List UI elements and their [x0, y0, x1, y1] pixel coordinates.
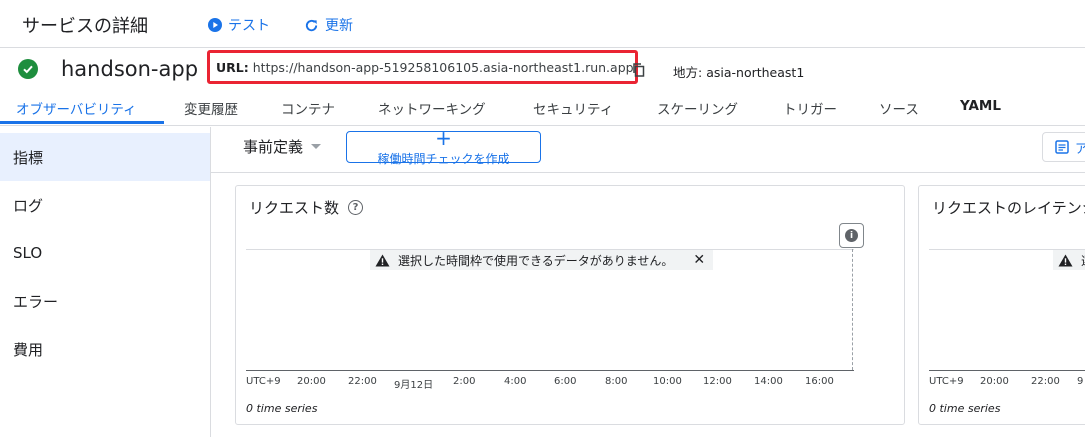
sidebar-item-errors[interactable]: エラー: [0, 277, 210, 325]
right-toolbar-button[interactable]: ア: [1042, 132, 1085, 162]
sidebar-item-metrics[interactable]: 指標: [0, 133, 210, 181]
x-tick-label: 16:00: [805, 376, 834, 387]
tab-triggers[interactable]: トリガー: [783, 98, 837, 118]
check-circle-icon: [18, 59, 38, 79]
tab-containers[interactable]: コンテナ: [281, 98, 335, 118]
x-tick-label: 22:00: [348, 376, 377, 387]
x-tick-label: 20:00: [980, 376, 1009, 387]
no-data-banner: 選択した時間枠で使用できるデータがありません。 ✕: [370, 250, 714, 270]
refresh-button-label: 更新: [325, 18, 353, 34]
region-label: 地方:: [673, 65, 703, 80]
preset-dropdown[interactable]: 事前定義: [243, 136, 322, 157]
x-tick-label: 12:00: [703, 376, 732, 387]
x-tick-label: 4:00: [504, 376, 527, 387]
x-tick-label: 9: [1077, 376, 1084, 387]
x-tick-label: 6:00: [554, 376, 577, 387]
close-icon[interactable]: ✕: [693, 252, 705, 268]
info-icon[interactable]: i: [839, 223, 864, 248]
sidebar-item-label: 指標: [13, 148, 44, 167]
sidebar-item-label: SLO: [13, 244, 43, 262]
test-button-label: テスト: [228, 18, 270, 34]
refresh-button[interactable]: 更新: [304, 15, 353, 35]
active-tab-indicator: [0, 121, 164, 124]
chart-card-request-count: リクエスト数 ? i 選択した時間枠で使用できるデータがありません。 ✕ UTC…: [235, 185, 905, 425]
create-uptime-check-button[interactable]: + 稼働時間チェックを作成: [346, 126, 541, 166]
notes-icon: [1055, 140, 1069, 154]
sidebar-item-label: ログ: [13, 196, 44, 215]
page-title: サービスの詳細: [22, 16, 148, 37]
play-circle-icon: [208, 18, 222, 32]
header-divider: [0, 47, 1085, 48]
warning-icon: [1058, 254, 1073, 266]
sidebar-item-label: 費用: [13, 340, 44, 359]
series-count: 0 time series: [246, 402, 318, 415]
x-tick-label: 8:00: [605, 376, 628, 387]
service-url-link[interactable]: https://handson-app-519258106105.asia-no…: [253, 60, 634, 75]
sidebar-item-logs[interactable]: ログ: [0, 181, 210, 229]
tabs-divider: [0, 125, 1085, 126]
help-circle-icon[interactable]: ?: [348, 200, 364, 215]
preset-label: 事前定義: [243, 138, 304, 156]
x-tick-label: 2:00: [453, 376, 476, 387]
refresh-icon: [305, 19, 318, 31]
tab-revisions[interactable]: 変更履歴: [184, 98, 238, 118]
chart-card-request-latency: リクエストのレイテンシ 選 UTC+9 20:00 22:00 9 0 time…: [918, 185, 1085, 425]
chart-title: リクエストのレイテンシ: [932, 197, 1085, 218]
x-tick-label: UTC+9: [929, 376, 964, 387]
x-axis-line: [246, 370, 854, 371]
series-count: 0 time series: [929, 402, 1001, 415]
create-uptime-check-label: 稼働時間チェックを作成: [377, 152, 510, 166]
chart-title: リクエスト数 ?: [249, 197, 364, 218]
tab-security[interactable]: セキュリティ: [533, 98, 613, 118]
tab-source[interactable]: ソース: [879, 98, 919, 118]
x-tick-label: 10:00: [653, 376, 682, 387]
chevron-down-icon: [311, 144, 322, 149]
chart-title-label: リクエストのレイテンシ: [932, 199, 1085, 217]
no-data-banner: 選: [1053, 250, 1085, 270]
plus-icon: +: [435, 126, 452, 150]
service-name: handson-app: [61, 57, 199, 81]
copy-icon[interactable]: [633, 62, 645, 81]
toolbar-divider: [211, 172, 1085, 173]
x-tick-label: 20:00: [297, 376, 326, 387]
no-data-message: 選: [1081, 252, 1085, 269]
x-tick-label: 14:00: [754, 376, 783, 387]
tab-networking[interactable]: ネットワーキング: [378, 98, 486, 118]
sidebar-item-costs[interactable]: 費用: [0, 325, 210, 373]
x-axis-line: [929, 370, 1085, 371]
right-toolbar-button-label: ア: [1075, 141, 1085, 157]
x-tick-label: 22:00: [1031, 376, 1060, 387]
url-highlight-box: URL: https://handson-app-519258106105.as…: [207, 50, 638, 84]
region-info: 地方: asia-northeast1: [673, 62, 804, 81]
x-tick-label: 9月12日: [394, 380, 434, 391]
no-data-message: 選択した時間枠で使用できるデータがありません。: [398, 253, 674, 268]
sidebar-item-label: エラー: [13, 292, 59, 311]
test-button[interactable]: テスト: [208, 15, 270, 35]
tab-yaml[interactable]: YAML: [960, 98, 1001, 114]
current-time-marker: [852, 249, 853, 370]
chart-title-label: リクエスト数: [249, 199, 340, 217]
x-tick-label: UTC+9: [246, 376, 281, 387]
tab-observability[interactable]: オブザーバビリティ: [16, 98, 137, 118]
sidebar-item-slo[interactable]: SLO: [0, 229, 210, 277]
warning-icon: [375, 254, 390, 266]
tab-scaling[interactable]: スケーリング: [657, 98, 738, 118]
region-value: asia-northeast1: [706, 65, 805, 80]
url-label: URL:: [216, 59, 249, 75]
